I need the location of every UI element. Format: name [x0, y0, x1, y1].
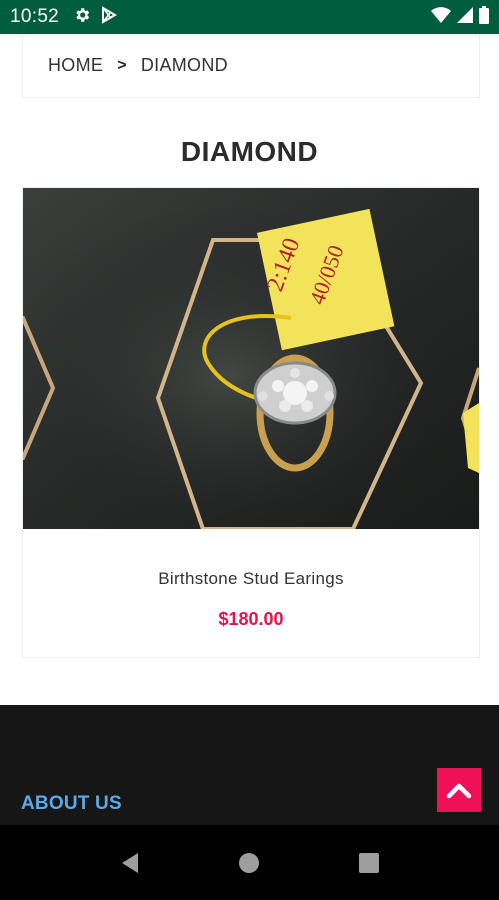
gear-icon: [73, 6, 91, 29]
home-icon: [239, 852, 260, 873]
about-us-heading[interactable]: ABOUT US: [21, 793, 122, 815]
product-name[interactable]: Birthstone Stud Earings: [23, 569, 479, 589]
status-time: 10:52: [10, 6, 60, 27]
page-title: DIAMOND: [180, 136, 319, 167]
back-button[interactable]: [110, 843, 150, 883]
product-card[interactable]: 2:140 40/050 Birthstone Stud Earings $18…: [22, 187, 480, 658]
scroll-to-top-button[interactable]: [437, 768, 481, 812]
home-button[interactable]: [229, 843, 269, 883]
recents-icon: [359, 852, 380, 873]
wifi-icon: [431, 6, 451, 28]
breadcrumb-current: DIAMOND: [140, 55, 228, 75]
breadcrumb-separator: >: [117, 56, 127, 74]
status-bar: 10:52: [0, 0, 499, 34]
chevron-up-icon: [446, 783, 472, 799]
play-store-icon: [101, 5, 118, 29]
breadcrumb: HOME > DIAMOND: [22, 34, 480, 98]
product-image[interactable]: 2:140 40/050: [23, 188, 479, 529]
battery-icon: [479, 5, 489, 29]
breadcrumb-home-link[interactable]: HOME: [48, 55, 103, 76]
back-icon: [121, 852, 138, 873]
recents-button[interactable]: [349, 843, 389, 883]
product-price: $180.00: [218, 609, 284, 629]
system-nav-bar: [0, 825, 499, 900]
cell-signal-icon: [457, 6, 473, 28]
footer: ABOUT US: [0, 705, 499, 825]
